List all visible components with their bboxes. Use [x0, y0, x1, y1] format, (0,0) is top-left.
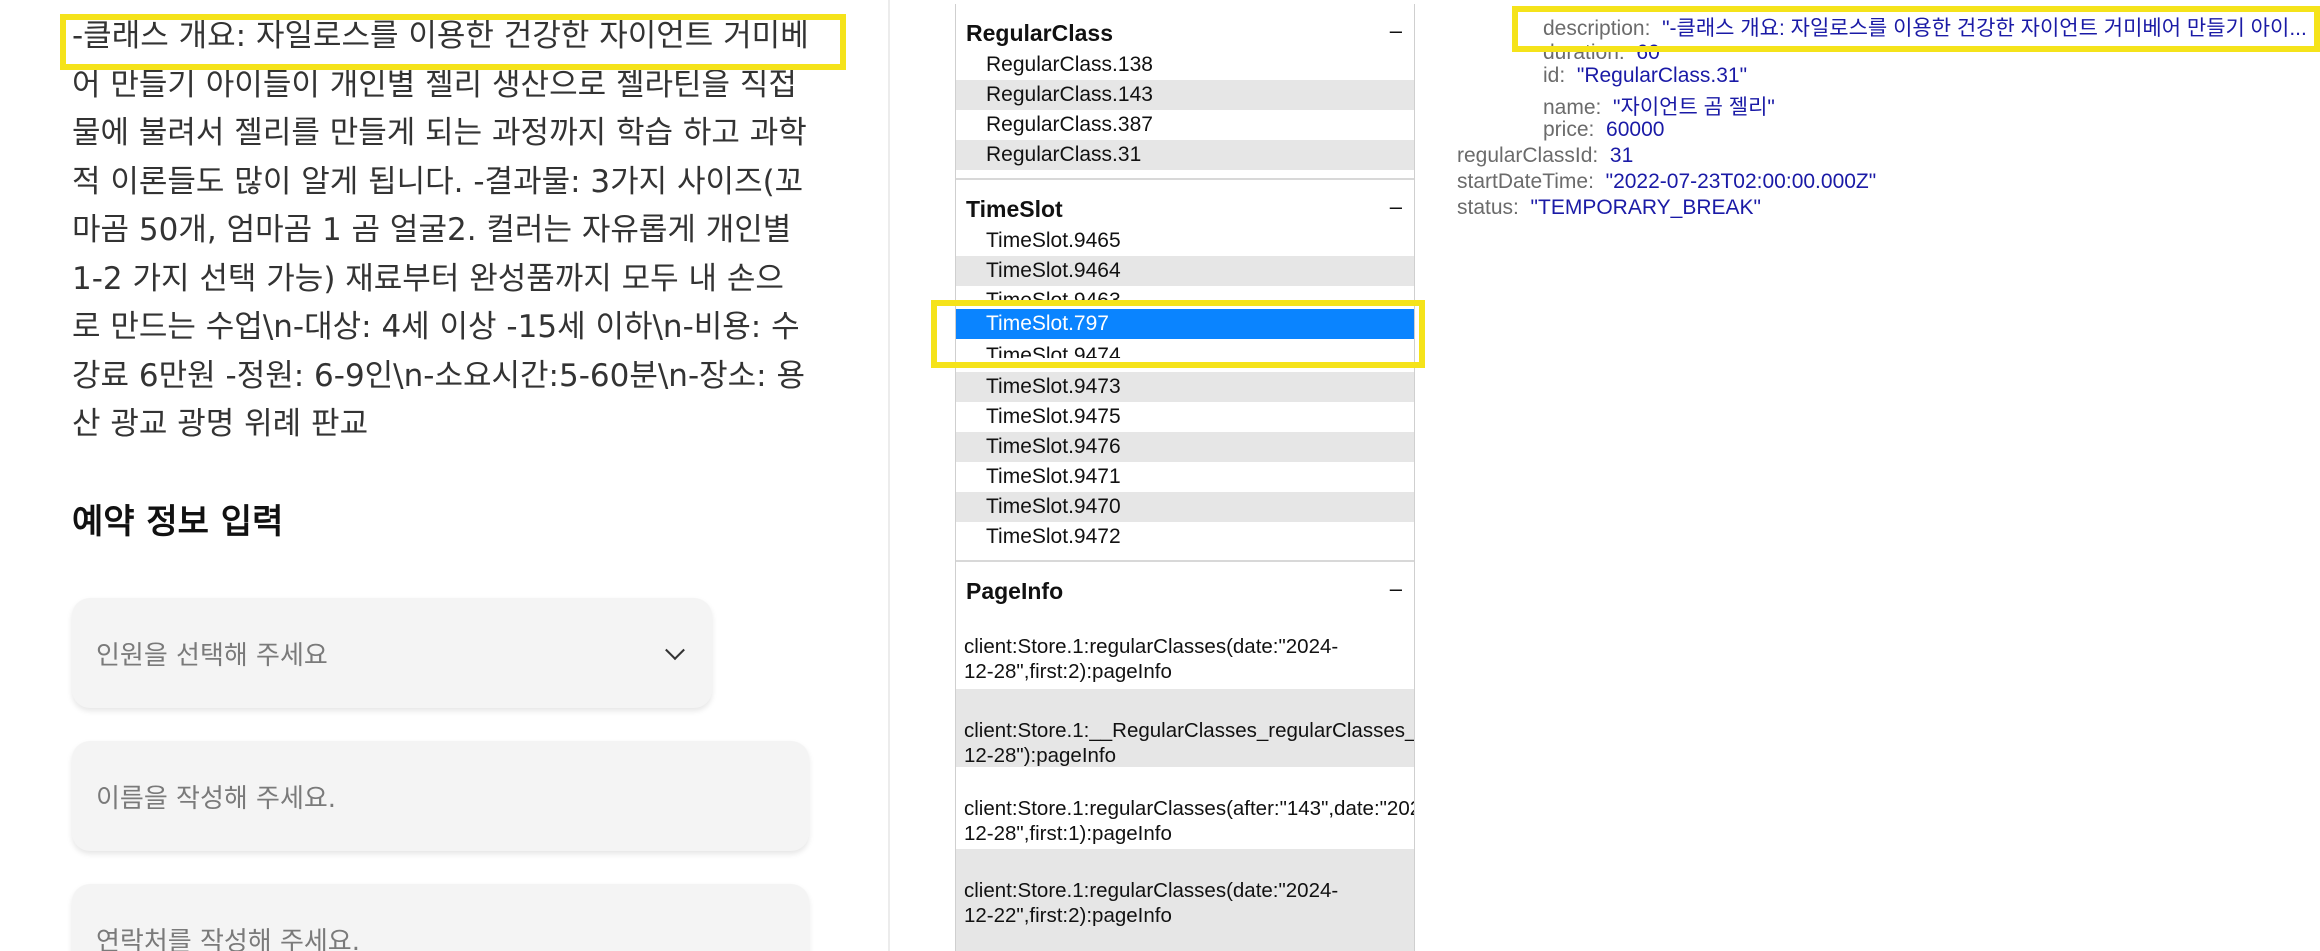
phone-placeholder: 연락처를 작성해 주세요. — [96, 926, 360, 951]
record-row[interactable]: TimeSlot.9463 — [956, 286, 1414, 302]
class-detail-pane: -클래스 개요: 자일로스를 이용한 건강한 자이언트 거미베어 만들기 아이들… — [0, 0, 888, 951]
field-key: price — [1543, 118, 1589, 141]
page-info-row[interactable]: client:Store.1:regularClasses(after:"143… — [956, 767, 1414, 849]
group-divider — [956, 178, 1414, 180]
field-name: name: "자이언트 곰 젤리" — [1543, 96, 1775, 119]
people-count-select[interactable]: 인원을 선택해 주세요 — [72, 598, 712, 708]
field-value[interactable]: 60 — [1636, 41, 1659, 59]
name-placeholder: 이름을 작성해 주세요. — [96, 783, 337, 814]
collapse-toggle-regular-class[interactable]: – — [1390, 18, 1402, 44]
field-value[interactable]: "2022-07-23T02:00:00.000Z" — [1606, 170, 1877, 193]
group-header-time-slot[interactable]: TimeSlot – — [956, 192, 1414, 228]
field-value[interactable]: 31 — [1610, 144, 1633, 167]
field-key: id — [1543, 64, 1560, 87]
field-key: name — [1543, 96, 1596, 119]
record-row[interactable]: TimeSlot.9465 — [956, 226, 1414, 256]
page-info-line: 12-28"):pageInfo — [964, 744, 1117, 767]
record-row[interactable]: RegularClass.31 — [956, 140, 1414, 170]
collapse-toggle-page-info[interactable]: – — [1390, 576, 1402, 602]
page-info-line: 12-28",first:2):pageInfo — [964, 660, 1172, 683]
group-divider — [956, 560, 1414, 562]
record-row[interactable]: TimeSlot.9471 — [956, 462, 1414, 492]
record-row[interactable]: TimeSlot.9464 — [956, 256, 1414, 286]
chevron-down-icon — [665, 640, 685, 661]
phone-input[interactable]: 연락처를 작성해 주세요. — [72, 884, 809, 951]
record-row[interactable]: RegularClass.143 — [956, 80, 1414, 110]
field-key: startDateTime — [1457, 170, 1589, 193]
field-value[interactable]: "-클래스 개요: 자일로스를 이용한 건강한 자이언트 거미베어 만들기 아이… — [1662, 17, 2307, 40]
collapse-toggle-time-slot[interactable]: – — [1390, 194, 1402, 220]
page-info-line: client:Store.1:regularClasses(date:"2024… — [964, 879, 1339, 902]
field-description: description: "-클래스 개요: 자일로스를 이용한 건강한 자이언… — [1543, 17, 2307, 40]
record-row[interactable]: TimeSlot.9476 — [956, 432, 1414, 462]
page-info-line: client:Store.1:regularClasses(date:"2024… — [964, 635, 1339, 658]
record-row[interactable]: TimeSlot.9474 — [956, 341, 1414, 358]
field-key: duration — [1543, 41, 1619, 59]
field-duration: duration: 60 — [1543, 41, 1660, 59]
field-id: id: "RegularClass.31" — [1543, 64, 1748, 87]
record-row-selected[interactable]: TimeSlot.797 — [956, 309, 1414, 339]
record-row[interactable]: RegularClass.138 — [956, 50, 1414, 80]
booking-section-title: 예약 정보 입력 — [72, 502, 284, 542]
name-input[interactable]: 이름을 작성해 주세요. — [72, 741, 809, 851]
page-info-row[interactable]: client:Store.1:regularClasses(date:"2024… — [956, 624, 1414, 688]
record-row[interactable]: TimeSlot.9470 — [956, 492, 1414, 522]
record-row[interactable]: TimeSlot.9475 — [956, 402, 1414, 432]
record-row[interactable]: TimeSlot.9473 — [956, 372, 1414, 402]
page-info-line: client:Store.1:regularClasses(after:"143… — [964, 797, 1414, 820]
store-record-tree: RegularClass – RegularClass.138 RegularC… — [955, 4, 1415, 951]
field-regular-class-id: regularClassId: 31 — [1457, 144, 1634, 167]
field-key: regularClassId — [1457, 144, 1593, 167]
page-info-line: client:Store.1:__RegularClasses_regularC… — [964, 719, 1414, 742]
people-count-placeholder: 인원을 선택해 주세요 — [96, 640, 328, 671]
group-title-regular-class: RegularClass — [966, 20, 1114, 46]
page-info-line: 12-28",first:1):pageInfo — [964, 822, 1172, 845]
field-value[interactable]: 60000 — [1606, 118, 1664, 141]
field-status: status: "TEMPORARY_BREAK" — [1457, 196, 1761, 219]
devtools-screen: -클래스 개요: 자일로스를 이용한 건강한 자이언트 거미베어 만들기 아이들… — [0, 0, 2320, 951]
field-value[interactable]: "RegularClass.31" — [1577, 64, 1747, 87]
pane-divider — [888, 0, 890, 951]
field-key: status — [1457, 196, 1514, 219]
record-inspector: description: "-클래스 개요: 자일로스를 이용한 건강한 자이언… — [1455, 0, 2320, 951]
record-row[interactable]: TimeSlot.9472 — [956, 522, 1414, 552]
field-start-date-time: startDateTime: "2022-07-23T02:00:00.000Z… — [1457, 170, 1877, 193]
group-header-regular-class[interactable]: RegularClass – — [956, 16, 1414, 52]
page-info-row[interactable]: client:Store.1:regularClasses(date:"2024… — [956, 849, 1414, 951]
page-info-row[interactable]: client:Store.1:__RegularClasses_regularC… — [956, 689, 1414, 767]
class-description: -클래스 개요: 자일로스를 이용한 건강한 자이언트 거미베어 만들기 아이들… — [72, 18, 809, 442]
field-value[interactable]: "자이언트 곰 젤리" — [1613, 96, 1775, 119]
group-header-page-info[interactable]: PageInfo – — [956, 574, 1414, 610]
page-info-line: 12-22",first:2):pageInfo — [964, 904, 1172, 927]
field-key: description — [1543, 17, 1645, 40]
field-price: price: 60000 — [1543, 118, 1665, 141]
record-row[interactable]: RegularClass.387 — [956, 110, 1414, 140]
field-value[interactable]: "TEMPORARY_BREAK" — [1531, 196, 1761, 219]
group-title-time-slot: TimeSlot — [966, 196, 1063, 222]
group-title-page-info: PageInfo — [966, 578, 1064, 604]
